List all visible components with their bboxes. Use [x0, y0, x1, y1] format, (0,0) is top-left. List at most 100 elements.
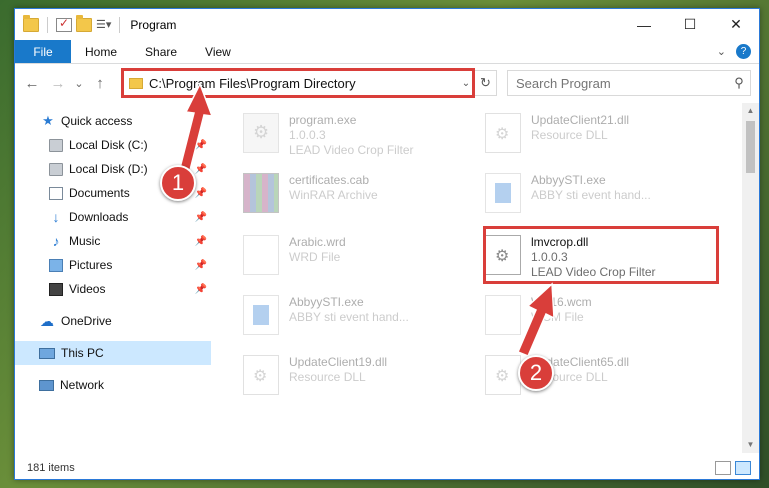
scroll-down-icon[interactable]: ▼ — [742, 437, 759, 453]
pin-icon: 📌 — [194, 139, 207, 151]
refresh-button[interactable]: ↻ — [474, 71, 496, 95]
customize-toolbar-icon[interactable]: ☰▾ — [96, 18, 111, 31]
new-folder-icon[interactable] — [76, 14, 92, 32]
details-view-icon[interactable] — [715, 461, 731, 475]
up-button[interactable]: ↑ — [89, 72, 111, 94]
address-highlight — [121, 68, 475, 98]
file-name: Arabic.wrd — [289, 235, 346, 249]
divider — [47, 16, 48, 33]
file-detail: Resource DLL — [289, 370, 366, 384]
archive-file-icon — [243, 173, 279, 213]
exe-file-icon — [485, 173, 521, 213]
document-icon — [49, 186, 63, 200]
ribbon-tabs: File Home Share View ⌄ ? — [15, 40, 759, 64]
sidebar-item-label: Local Disk (D:) — [69, 162, 148, 176]
sidebar-item-videos[interactable]: Videos 📌 — [15, 277, 211, 301]
file-detail: Resource DLL — [531, 128, 608, 142]
minimize-button[interactable]: — — [621, 9, 667, 40]
file-detail: 1.0.0.3 — [289, 128, 326, 142]
sidebar-item-pictures[interactable]: Pictures 📌 — [15, 253, 211, 277]
quick-access-toolbar: ☰▾ — [15, 14, 124, 33]
divider — [119, 16, 121, 33]
close-button[interactable]: ✕ — [713, 9, 759, 40]
window-controls: — ☐ ✕ — [621, 9, 759, 40]
sidebar-item-label: Music — [69, 234, 101, 248]
explorer-window: ☰▾ Program — ☐ ✕ File Home Share View ⌄ … — [14, 8, 760, 480]
sidebar-item-local-disk-c[interactable]: Local Disk (C:) 📌 — [15, 133, 211, 157]
pin-icon: 📌 — [194, 163, 207, 175]
sidebar-item-onedrive[interactable]: ☁ OneDrive — [15, 309, 211, 333]
file-detail: LEAD Video Crop Filter — [289, 143, 414, 157]
file-detail: WRD File — [289, 250, 341, 264]
recent-locations-button[interactable]: ⌄ — [73, 72, 85, 94]
large-icons-view-icon[interactable] — [735, 461, 751, 475]
computer-icon — [39, 347, 55, 359]
dll-file-icon — [243, 355, 279, 395]
back-button[interactable]: ← — [21, 72, 43, 94]
sidebar-item-label: Local Disk (C:) — [69, 138, 148, 152]
file-name: WP16.wcm — [531, 295, 592, 309]
sidebar-item-label: Videos — [69, 282, 106, 296]
maximize-button[interactable]: ☐ — [667, 9, 713, 40]
search-input[interactable] — [516, 75, 728, 91]
file-item[interactable]: program.exe1.0.0.3LEAD Video Crop Filter — [243, 113, 414, 158]
properties-icon[interactable] — [56, 16, 72, 32]
download-icon: ↓ — [52, 209, 60, 225]
folder-icon — [23, 14, 39, 32]
exe-file-icon — [243, 295, 279, 335]
exe-file-icon — [243, 113, 279, 153]
star-icon: ★ — [42, 113, 54, 128]
network-icon — [39, 379, 54, 391]
file-name: certificates.cab — [289, 173, 370, 187]
scroll-up-icon[interactable]: ▲ — [742, 103, 759, 119]
cloud-icon: ☁ — [40, 312, 54, 329]
search-box[interactable]: ⚲ — [507, 70, 751, 96]
tab-file[interactable]: File — [15, 40, 71, 63]
scrollbar-thumb[interactable] — [746, 121, 755, 173]
file-item[interactable]: UpdateClient19.dllResource DLL — [243, 355, 387, 395]
generic-file-icon — [485, 295, 521, 335]
search-icon[interactable]: ⚲ — [728, 75, 750, 91]
sidebar-item-label: Network — [60, 378, 105, 392]
dll-file-icon — [485, 355, 521, 395]
tab-share[interactable]: Share — [131, 40, 191, 63]
file-detail: ABBY sti event hand... — [531, 188, 651, 202]
file-item[interactable]: certificates.cab WinRAR Archive — [243, 173, 378, 213]
file-item[interactable]: Arabic.wrd WRD File — [243, 235, 346, 275]
disk-icon — [49, 138, 63, 152]
sidebar-item-label: Pictures — [69, 258, 113, 272]
video-icon — [49, 282, 63, 296]
tab-home[interactable]: Home — [71, 40, 131, 63]
file-item[interactable]: AbbyySTI.exe ABBY sti event hand... — [485, 173, 651, 213]
sidebar-item-label: OneDrive — [61, 314, 112, 328]
ribbon-right: ⌄ ? — [717, 40, 759, 63]
tab-view[interactable]: View — [191, 40, 245, 63]
forward-button[interactable]: → — [47, 72, 69, 94]
navigation-pane: ★ Quick access Local Disk (C:) 📌 Local D… — [15, 103, 211, 453]
file-detail: ABBY sti event hand... — [289, 310, 409, 324]
expand-ribbon-icon[interactable]: ⌄ — [717, 45, 726, 58]
step-badge-2: 2 — [518, 355, 554, 391]
sidebar-item-network[interactable]: Network — [15, 373, 211, 397]
pin-icon: 📌 — [194, 283, 207, 295]
disk-icon — [49, 162, 63, 176]
sidebar-item-label: Quick access — [61, 114, 133, 128]
generic-file-icon — [243, 235, 279, 275]
file-highlight — [483, 226, 719, 284]
vertical-scrollbar[interactable]: ▲ ▼ — [742, 103, 759, 453]
window-title: Program — [130, 17, 177, 32]
file-item[interactable]: WP16.wcm WCM File — [485, 295, 592, 335]
file-item[interactable]: AbbyySTI.exe ABBY sti event hand... — [243, 295, 409, 335]
sidebar-item-music[interactable]: ♪ Music 📌 — [15, 229, 211, 253]
pin-icon: 📌 — [194, 235, 207, 247]
sidebar-item-this-pc[interactable]: This PC — [15, 341, 211, 365]
file-item[interactable]: UpdateClient65.dllResource DLL — [485, 355, 629, 395]
file-detail: WCM File — [531, 310, 584, 324]
file-name: program.exe — [289, 113, 357, 127]
file-name: UpdateClient19.dll — [289, 355, 388, 369]
file-item[interactable]: UpdateClient21.dllResource DLL — [485, 113, 629, 153]
sidebar-item-quick-access[interactable]: ★ Quick access — [15, 109, 211, 133]
step-badge-1: 1 — [160, 165, 196, 201]
sidebar-item-downloads[interactable]: ↓ Downloads 📌 — [15, 205, 211, 229]
help-icon[interactable]: ? — [736, 44, 751, 59]
